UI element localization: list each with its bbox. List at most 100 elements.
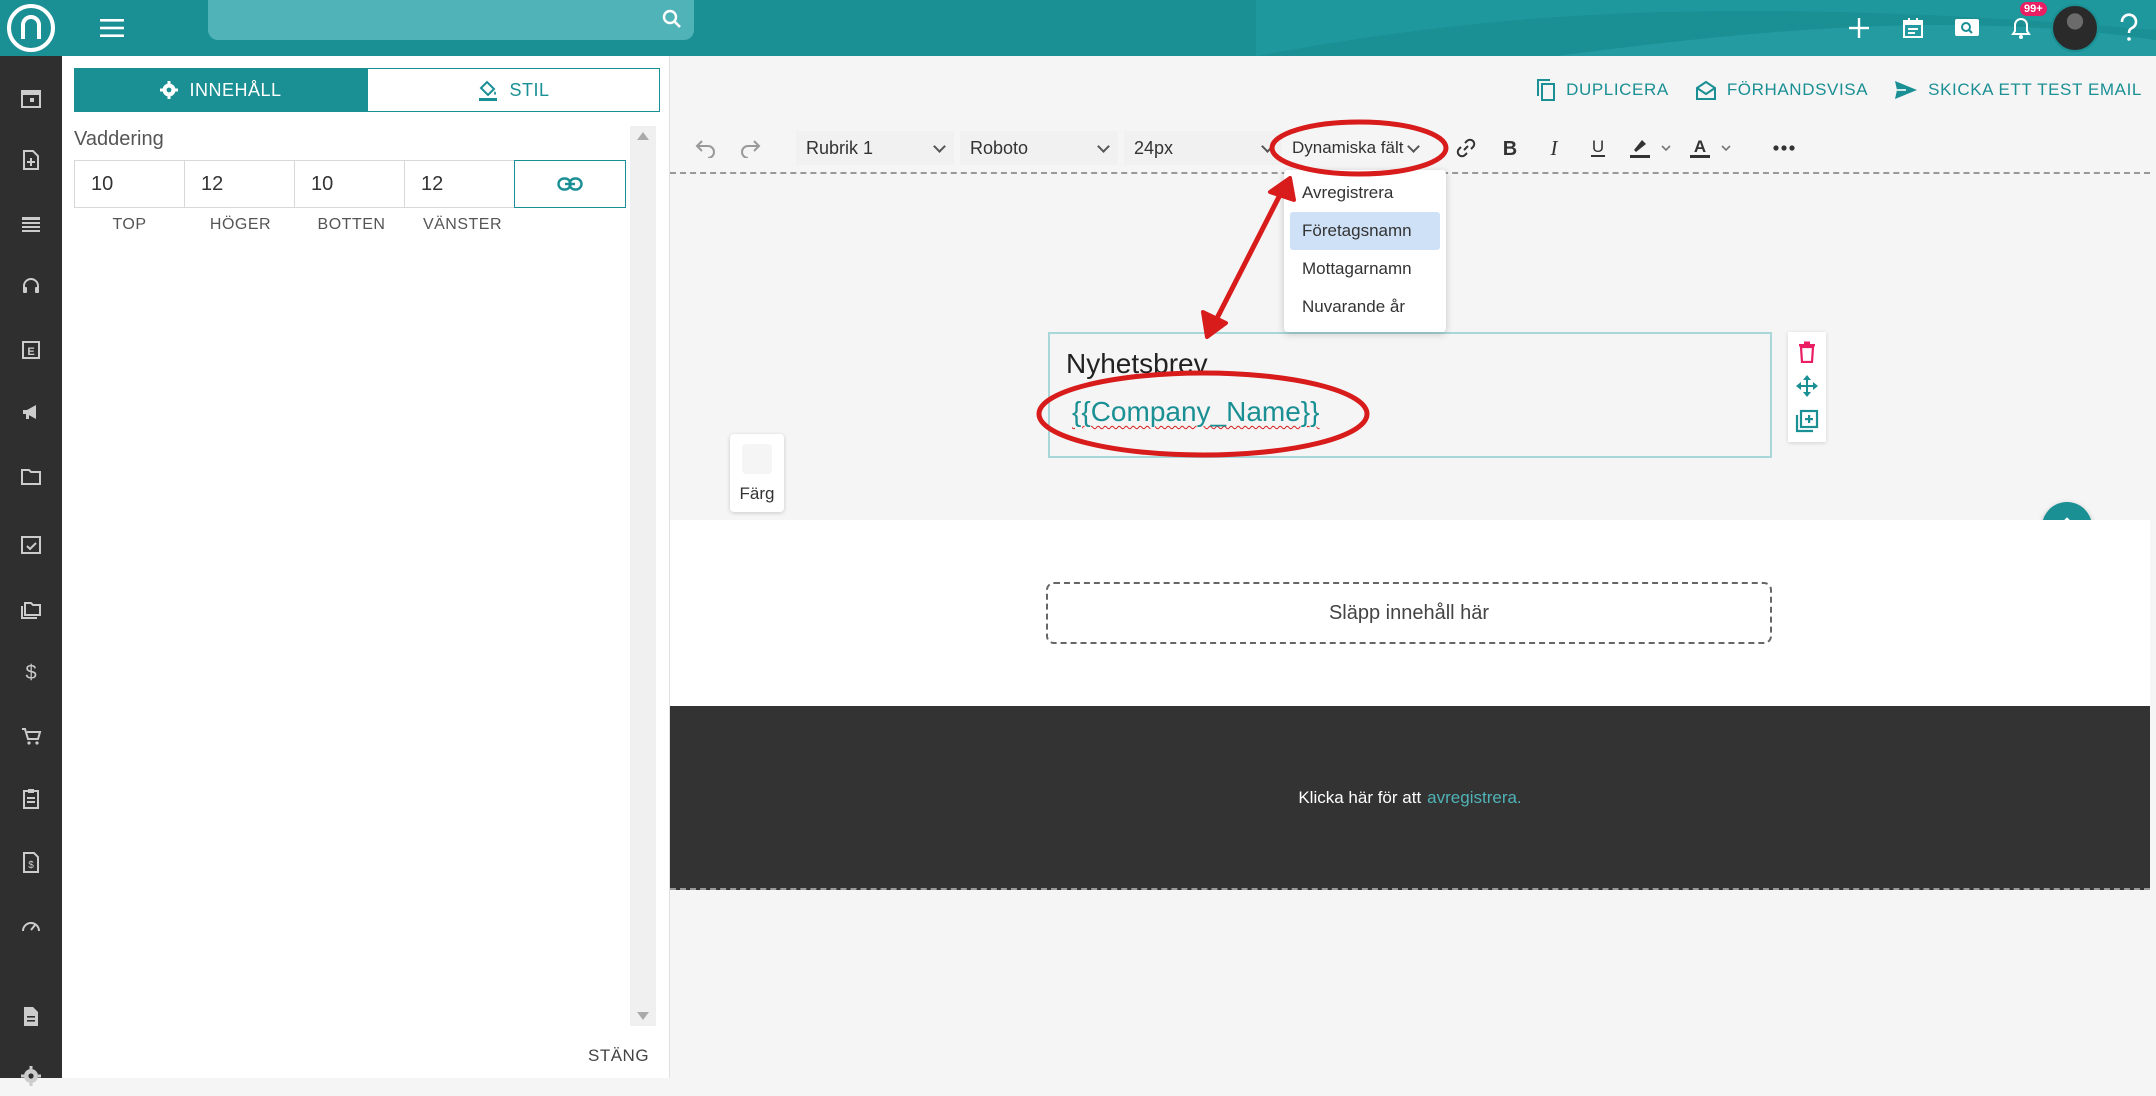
scroll-up-icon[interactable] (637, 132, 649, 140)
copy-icon (1537, 79, 1556, 101)
padding-right-input[interactable]: 12 (184, 160, 295, 208)
screen-search-button[interactable] (1940, 0, 1994, 56)
close-button[interactable]: STÄNG (588, 1046, 649, 1066)
background-color-picker[interactable]: Färg (730, 434, 784, 512)
svg-text:$: $ (25, 662, 36, 683)
add-button[interactable] (1832, 0, 1886, 56)
rail-clipboard[interactable] (0, 778, 62, 818)
rail-support[interactable] (0, 266, 62, 306)
menu-item-recipient-name[interactable]: Mottagarnamn (1290, 250, 1440, 288)
unsubscribe-link[interactable]: avregistrera. (1427, 788, 1521, 808)
more-options-button[interactable] (1762, 126, 1806, 170)
tab-content[interactable]: INNEHÅLL (74, 68, 367, 112)
padding-inputs: 10 12 10 12 (74, 160, 632, 208)
properties-panel: INNEHÅLL STIL Vaddering 10 12 10 12 TOP … (62, 56, 670, 1078)
gear-icon (160, 81, 179, 99)
text-block[interactable]: Nyhetsbrev {{Company_Name}} (1048, 332, 1772, 458)
hamburger-icon (100, 19, 124, 37)
logo-icon (7, 4, 55, 52)
search-icon[interactable] (662, 9, 682, 34)
chevron-down-icon (933, 139, 946, 153)
rail-invoices[interactable]: $ (0, 842, 62, 882)
footer-section[interactable]: Klicka här för att avregistrera. (670, 706, 2150, 890)
send-test-email-button[interactable]: SKICKA ETT TEST EMAIL (1894, 80, 2142, 100)
duplicate-label: DUPLICERA (1566, 80, 1669, 99)
redo-button[interactable] (728, 126, 772, 170)
search-input[interactable] (208, 0, 694, 40)
svg-text:E: E (27, 346, 34, 358)
font-size-select[interactable]: 24px (1124, 131, 1282, 165)
drop-zone[interactable]: Släpp innehåll här (1046, 582, 1772, 644)
underline-button[interactable]: U (1576, 126, 1620, 170)
move-icon[interactable] (1795, 374, 1819, 398)
scroll-down-icon[interactable] (637, 1012, 649, 1020)
table-icon (22, 217, 40, 232)
trash-icon[interactable] (1797, 341, 1817, 364)
preview-label: FÖRHANDSVISA (1726, 80, 1869, 99)
send-icon (1895, 81, 1918, 99)
newsletter-heading[interactable]: Nyhetsbrev (1066, 348, 1208, 380)
tab-style[interactable]: STIL (367, 68, 660, 112)
app-logo[interactable] (0, 0, 62, 56)
rail-dashboard[interactable] (0, 906, 62, 946)
padding-bottom-input[interactable]: 10 (294, 160, 405, 208)
avatar-button[interactable] (2048, 0, 2102, 56)
block-format-select[interactable]: Rubrik 1 (796, 131, 954, 165)
font-family-select[interactable]: Roboto (960, 131, 1118, 165)
folder-icon (21, 469, 41, 485)
rail-files[interactable] (0, 588, 62, 628)
dynamic-fields-dropdown[interactable]: Dynamiska fält (1278, 129, 1432, 167)
gear-icon (21, 1066, 41, 1086)
company-name-merge-tag[interactable]: {{Company_Name}} (1072, 396, 1320, 428)
menu-item-unsubscribe[interactable]: Avregistrera (1290, 174, 1440, 212)
italic-button[interactable]: I (1532, 126, 1576, 170)
rail-table[interactable] (0, 204, 62, 244)
clipboard-icon (23, 789, 39, 809)
footer-text: Klicka här för att (1298, 788, 1422, 807)
rail-tasks[interactable] (0, 524, 62, 564)
padding-link-button[interactable] (514, 160, 626, 208)
rail-folders[interactable] (0, 456, 62, 496)
text-color-button[interactable]: A (1680, 126, 1740, 170)
calendar-icon (1903, 18, 1923, 38)
link-icon (557, 177, 583, 191)
svg-text:A: A (1694, 137, 1706, 156)
padding-left-input[interactable]: 12 (404, 160, 515, 208)
svg-text:I: I (1550, 138, 1559, 158)
envelope-open-icon (1695, 80, 1716, 100)
notifications-button[interactable]: 99+ (1994, 0, 2048, 56)
block-tools (1788, 332, 1826, 442)
preview-button[interactable]: FÖRHANDSVISA (1695, 79, 1868, 101)
insert-link-button[interactable] (1444, 126, 1488, 170)
padding-top-input[interactable]: 10 (74, 160, 185, 208)
link-icon (1457, 138, 1476, 158)
duplicate-button[interactable]: DUPLICERA (1536, 78, 1669, 102)
color-swatch[interactable] (742, 444, 772, 474)
bold-button[interactable]: B (1488, 126, 1532, 170)
rail-documents[interactable] (0, 996, 62, 1036)
chevron-down-icon (1097, 139, 1110, 153)
menu-item-company-name[interactable]: Företagsnamn (1290, 212, 1440, 250)
undo-button[interactable] (684, 126, 728, 170)
calendar-button[interactable] (1886, 0, 1940, 56)
rail-finance[interactable]: $ (0, 652, 62, 692)
invoice-icon: $ (23, 852, 39, 873)
panel-scrollbar[interactable] (630, 126, 656, 1026)
italic-icon: I (1550, 138, 1559, 158)
rail-campaigns[interactable] (0, 392, 62, 432)
rail-new-document[interactable] (0, 140, 62, 180)
help-button[interactable] (2102, 0, 2156, 56)
rail-calendar[interactable] (0, 78, 62, 118)
highlight-color-button[interactable] (1620, 126, 1680, 170)
menu-item-current-year[interactable]: Nuvarande år (1290, 288, 1440, 326)
file-add-icon (23, 150, 39, 170)
rail-email[interactable]: E (0, 330, 62, 370)
text-color-icon: A (1690, 137, 1732, 158)
menu-button[interactable] (94, 10, 130, 46)
calendar-icon (21, 90, 41, 108)
duplicate-block-icon[interactable] (1795, 409, 1819, 433)
notification-badge: 99+ (2020, 2, 2047, 16)
rail-shop[interactable] (0, 716, 62, 756)
rail-settings[interactable] (0, 1056, 62, 1096)
font-size-value: 24px (1134, 137, 1174, 158)
